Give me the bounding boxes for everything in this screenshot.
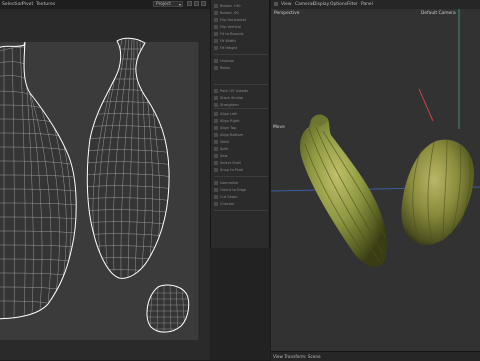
uv-editor-panel: Selection Pivot Textures Project ▾ [0,0,210,360]
uv-menu-textures[interactable]: Textures [36,0,55,9]
viewport-camera-label[interactable]: Default Camera [421,11,456,16]
viewport-3d[interactable]: View Cameras Display Options Filter Pane… [271,0,480,361]
uv-toolbar-checker-icon[interactable] [194,1,199,6]
relax-icon [214,66,218,70]
uv-toolbar-grid-icon[interactable] [187,1,192,6]
unwrap-icon [214,59,218,63]
weld-icon [214,140,218,144]
tool-menu-item[interactable]: Rotate -90 [213,10,269,16]
chevron-down-icon: ▾ [178,2,181,7]
shell-icon [214,161,218,165]
straighten-icon [214,103,218,107]
split-icon [214,147,218,151]
viewport-menu-display[interactable]: Display [313,0,329,9]
orient-icon [214,188,218,192]
tool-menu-item[interactable]: Relax [213,65,269,71]
viewport-view-name: Perspective [274,11,300,16]
tool-menu-item[interactable]: Fit to Bounds [213,31,269,37]
viewport-scene[interactable] [271,9,480,351]
viewport-menu-options[interactable]: Options [330,0,347,9]
tool-menu-item[interactable]: Snap to Pixel [213,167,269,173]
tool-menu-item[interactable]: Split [213,146,269,152]
pack-icon [214,89,218,93]
fit-icon [214,32,218,36]
tool-menu-item[interactable]: Unwrap [213,58,269,64]
tool-menu-item[interactable]: Checker [213,201,269,207]
tool-menu-item[interactable]: Flip Vertical [213,24,269,30]
tool-menu-item[interactable]: Sew [213,153,269,159]
viewport-menu-filter[interactable]: Filter [347,0,358,9]
menu-divider [214,210,268,211]
rotate-icon [214,11,218,15]
menu-divider [214,176,268,177]
uv-menu-selection[interactable]: Selection [2,0,23,9]
sew-icon [214,154,218,158]
tool-menu-item[interactable]: Pack UV Islands [213,88,269,94]
tool-menu-item[interactable]: Select Shell [213,160,269,166]
tools-menu-empty-area [210,248,270,360]
stack-icon [214,96,218,100]
checker-icon [214,202,218,206]
menu-divider [214,84,268,85]
cut-icon [214,195,218,199]
tool-menu-item[interactable]: Fit Width [213,38,269,44]
align-icon [214,126,218,130]
menu-divider [214,54,268,55]
viewport-menu-view[interactable]: View [281,0,291,9]
uv-menu-pivot[interactable]: Pivot [22,0,33,9]
rotate-icon [214,4,218,8]
uv-toolbar-settings-icon[interactable] [201,1,206,6]
tool-menu-item[interactable]: Flip Horizontal [213,17,269,23]
snap-icon [214,168,218,172]
flip-icon [214,18,218,22]
tool-menu-item[interactable]: Normalize [213,180,269,186]
tool-menu-item[interactable]: Orient to Edge [213,187,269,193]
tool-menu-item[interactable]: Align Bottom [213,132,269,138]
tool-menu-item[interactable]: Align Top [213,125,269,131]
fit-icon [214,46,218,50]
viewport-mode-label: Move [273,125,285,130]
fit-icon [214,39,218,43]
tool-menu-item[interactable]: Align Right [213,118,269,124]
uv-tools-menu: Rotate +90 Rotate -90 Flip Horizontal Fl… [210,0,270,248]
align-icon [214,119,218,123]
tool-menu-item[interactable]: Rotate +90 [213,3,269,9]
tool-menu-item[interactable]: Cut Seam [213,194,269,200]
viewport-panel-icon[interactable] [274,2,278,6]
tool-menu-item[interactable]: Align Left [213,111,269,117]
tool-menu-item[interactable]: Weld [213,139,269,145]
viewport-menu-cameras[interactable]: Cameras [295,0,315,9]
align-icon [214,133,218,137]
flip-icon [214,25,218,29]
uv-canvas[interactable] [0,9,210,360]
uv-space-dropdown-value: Project [156,2,172,7]
viewport-menu-panel[interactable]: Panel [361,0,373,9]
uv-space-dropdown[interactable]: Project ▾ [153,1,183,7]
menu-divider [214,108,268,109]
normalize-icon [214,181,218,185]
tool-menu-item[interactable]: Fit Height [213,45,269,51]
tool-menu-item[interactable]: Stack Similar [213,95,269,101]
align-icon [214,112,218,116]
